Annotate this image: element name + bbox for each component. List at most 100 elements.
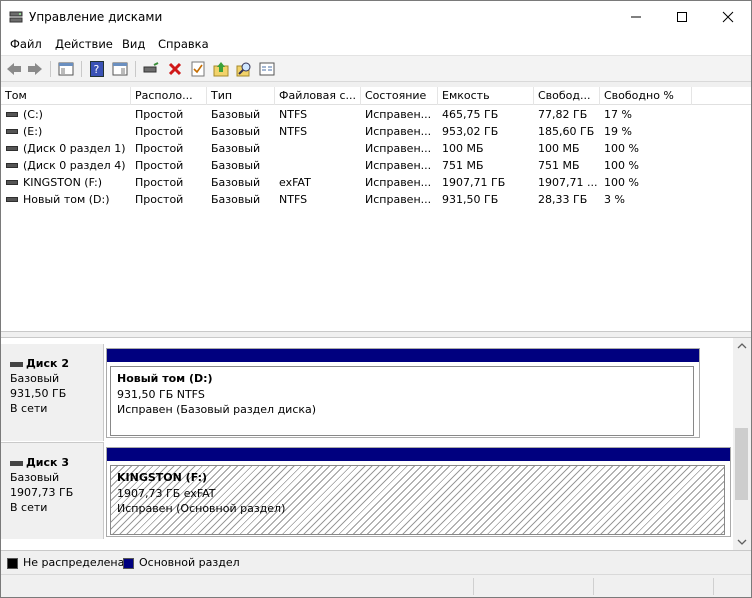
- maximize-button[interactable]: [659, 1, 705, 33]
- disk-size: 931,50 ГБ: [10, 387, 67, 400]
- toolbar-separator: [135, 61, 136, 77]
- volume-row[interactable]: (C:) Простой Базовый NTFS Исправен... 465,75 …: [1, 106, 751, 123]
- search-button[interactable]: [234, 59, 254, 79]
- volume-free-space: 751 МБ: [538, 159, 580, 172]
- disk-graphical-view: Диск 2 Базовый 931,50 ГБ В сети Новый то…: [1, 338, 751, 550]
- back-button[interactable]: [4, 59, 24, 79]
- scroll-up-icon[interactable]: [737, 342, 747, 350]
- connect-disk-icon: [143, 62, 159, 73]
- volume-icon: [6, 197, 18, 202]
- column-header-layout[interactable]: Располо...: [131, 87, 207, 105]
- volume-list-header: Том Располо... Тип Файловая с... Состоян…: [1, 87, 751, 105]
- partition-f-details: KINGSTON (F:) 1907,73 ГБ exFAT Исправен …: [110, 465, 725, 535]
- volume-status: Исправен...: [365, 125, 432, 138]
- volume-status: Исправен...: [365, 142, 432, 155]
- minimize-button[interactable]: [613, 1, 659, 33]
- forward-button[interactable]: [25, 59, 45, 79]
- show-hide-console-tree-button[interactable]: [56, 59, 76, 79]
- volume-row[interactable]: (Диск 0 раздел 1) Простой Базовый Исправен.…: [1, 140, 751, 157]
- column-header-free-space[interactable]: Свобод...: [534, 87, 600, 105]
- volume-icon: [6, 129, 18, 134]
- volume-free-percent: 100 %: [604, 176, 639, 189]
- status-divider: [713, 578, 714, 595]
- volume-capacity: 953,02 ГБ: [442, 125, 499, 138]
- partition-status: Исправен (Базовый раздел диска): [117, 403, 317, 416]
- toolbar-separator: [50, 61, 51, 77]
- column-header-free-percent[interactable]: Свободно %: [600, 87, 692, 105]
- minimize-icon: [631, 16, 641, 18]
- vertical-scrollbar[interactable]: [733, 338, 751, 550]
- close-button[interactable]: [705, 1, 751, 33]
- folder-up-button[interactable]: [211, 59, 231, 79]
- partition-status: Исправен (Основной раздел): [117, 502, 286, 515]
- show-hide-action-pane-button[interactable]: [110, 59, 130, 79]
- window-title: Управление дисками: [29, 10, 163, 24]
- menu-action[interactable]: Действие: [55, 37, 113, 51]
- volume-filesystem: [275, 140, 361, 157]
- disk-state: В сети: [10, 501, 48, 514]
- check-icon: [191, 61, 205, 77]
- scroll-down-icon[interactable]: [737, 538, 747, 546]
- volume-icon: [6, 112, 18, 117]
- volume-free-space: 28,33 ГБ: [538, 193, 588, 206]
- disk-type: Базовый: [10, 372, 60, 385]
- volume-layout: Простой: [135, 176, 184, 189]
- disk-type: Базовый: [10, 471, 60, 484]
- menu-view[interactable]: Вид: [122, 37, 145, 51]
- connect-virtual-disk-button[interactable]: [141, 59, 161, 79]
- partition-size-fs: 931,50 ГБ NTFS: [117, 387, 205, 401]
- volume-type: Базовый: [211, 176, 261, 189]
- partition-size-fs: 1907,73 ГБ exFAT: [117, 486, 216, 500]
- column-header-status[interactable]: Состояние: [361, 87, 438, 105]
- volume-row[interactable]: Новый том (D:) Простой Базовый NTFS Исправен…: [1, 191, 751, 208]
- title-bar: Управление дисками: [1, 1, 751, 33]
- delete-button[interactable]: [165, 59, 185, 79]
- volume-filesystem: NTFS: [279, 193, 308, 206]
- column-header-type[interactable]: Тип: [207, 87, 275, 105]
- volume-filesystem: exFAT: [279, 176, 311, 189]
- column-header-capacity[interactable]: Емкость: [438, 87, 534, 105]
- volume-type: Базовый: [211, 108, 261, 121]
- menu-help[interactable]: Справка: [158, 37, 209, 51]
- volume-free-percent: 19 %: [604, 125, 632, 138]
- volume-name: KINGSTON (F:): [23, 176, 103, 189]
- legend-primary: Основной раздел: [139, 556, 240, 569]
- partition-f-block[interactable]: KINGSTON (F:) 1907,73 ГБ exFAT Исправен …: [106, 447, 731, 537]
- menu-file[interactable]: Файл: [10, 37, 42, 51]
- disk-3-label[interactable]: Диск 3 Базовый 1907,73 ГБ В сети: [1, 442, 104, 539]
- status-divider: [593, 578, 594, 595]
- volume-free-percent: 17 %: [604, 108, 632, 121]
- column-header-filesystem[interactable]: Файловая с...: [275, 87, 361, 105]
- help-button[interactable]: ?: [87, 59, 107, 79]
- volume-filesystem: NTFS: [279, 125, 308, 138]
- volume-free-percent: 100 %: [604, 142, 639, 155]
- volume-name: (Диск 0 раздел 1): [23, 142, 126, 155]
- column-header-volume[interactable]: Том: [1, 87, 131, 105]
- scrollbar-thumb[interactable]: [735, 428, 748, 500]
- toolbar: ?: [1, 55, 751, 82]
- volume-icon: [6, 163, 18, 168]
- volume-name: (C:): [23, 108, 43, 121]
- back-icon: [7, 63, 21, 75]
- check-button[interactable]: [188, 59, 208, 79]
- properties-button[interactable]: [257, 59, 277, 79]
- primary-partition-bar: [107, 349, 699, 362]
- console-tree-icon: [58, 62, 74, 76]
- volume-row[interactable]: (Диск 0 раздел 4) Простой Базовый Исправен.…: [1, 157, 751, 174]
- volume-type: Базовый: [211, 193, 261, 206]
- volume-row[interactable]: KINGSTON (F:) Простой Базовый exFAT Исправен…: [1, 174, 751, 191]
- volume-name: (E:): [23, 125, 43, 138]
- disk-2-label[interactable]: Диск 2 Базовый 931,50 ГБ В сети: [1, 344, 104, 441]
- pane-splitter[interactable]: [1, 331, 751, 338]
- volume-name: (Диск 0 раздел 4): [23, 159, 126, 172]
- volume-free-space: 1907,71 ...: [538, 176, 598, 189]
- volume-row[interactable]: (E:) Простой Базовый NTFS Исправен... 953,02 …: [1, 123, 751, 140]
- status-bar: [1, 574, 751, 597]
- volume-layout: Простой: [135, 142, 184, 155]
- volume-free-percent: 3 %: [604, 193, 625, 206]
- toolbar-separator: [81, 61, 82, 77]
- volume-list: Том Располо... Тип Файловая с... Состоян…: [1, 87, 751, 331]
- help-icon: ?: [90, 61, 104, 77]
- folder-up-icon: [213, 62, 229, 77]
- partition-d-block[interactable]: Новый том (D:) 931,50 ГБ NTFS Исправен (…: [106, 348, 700, 438]
